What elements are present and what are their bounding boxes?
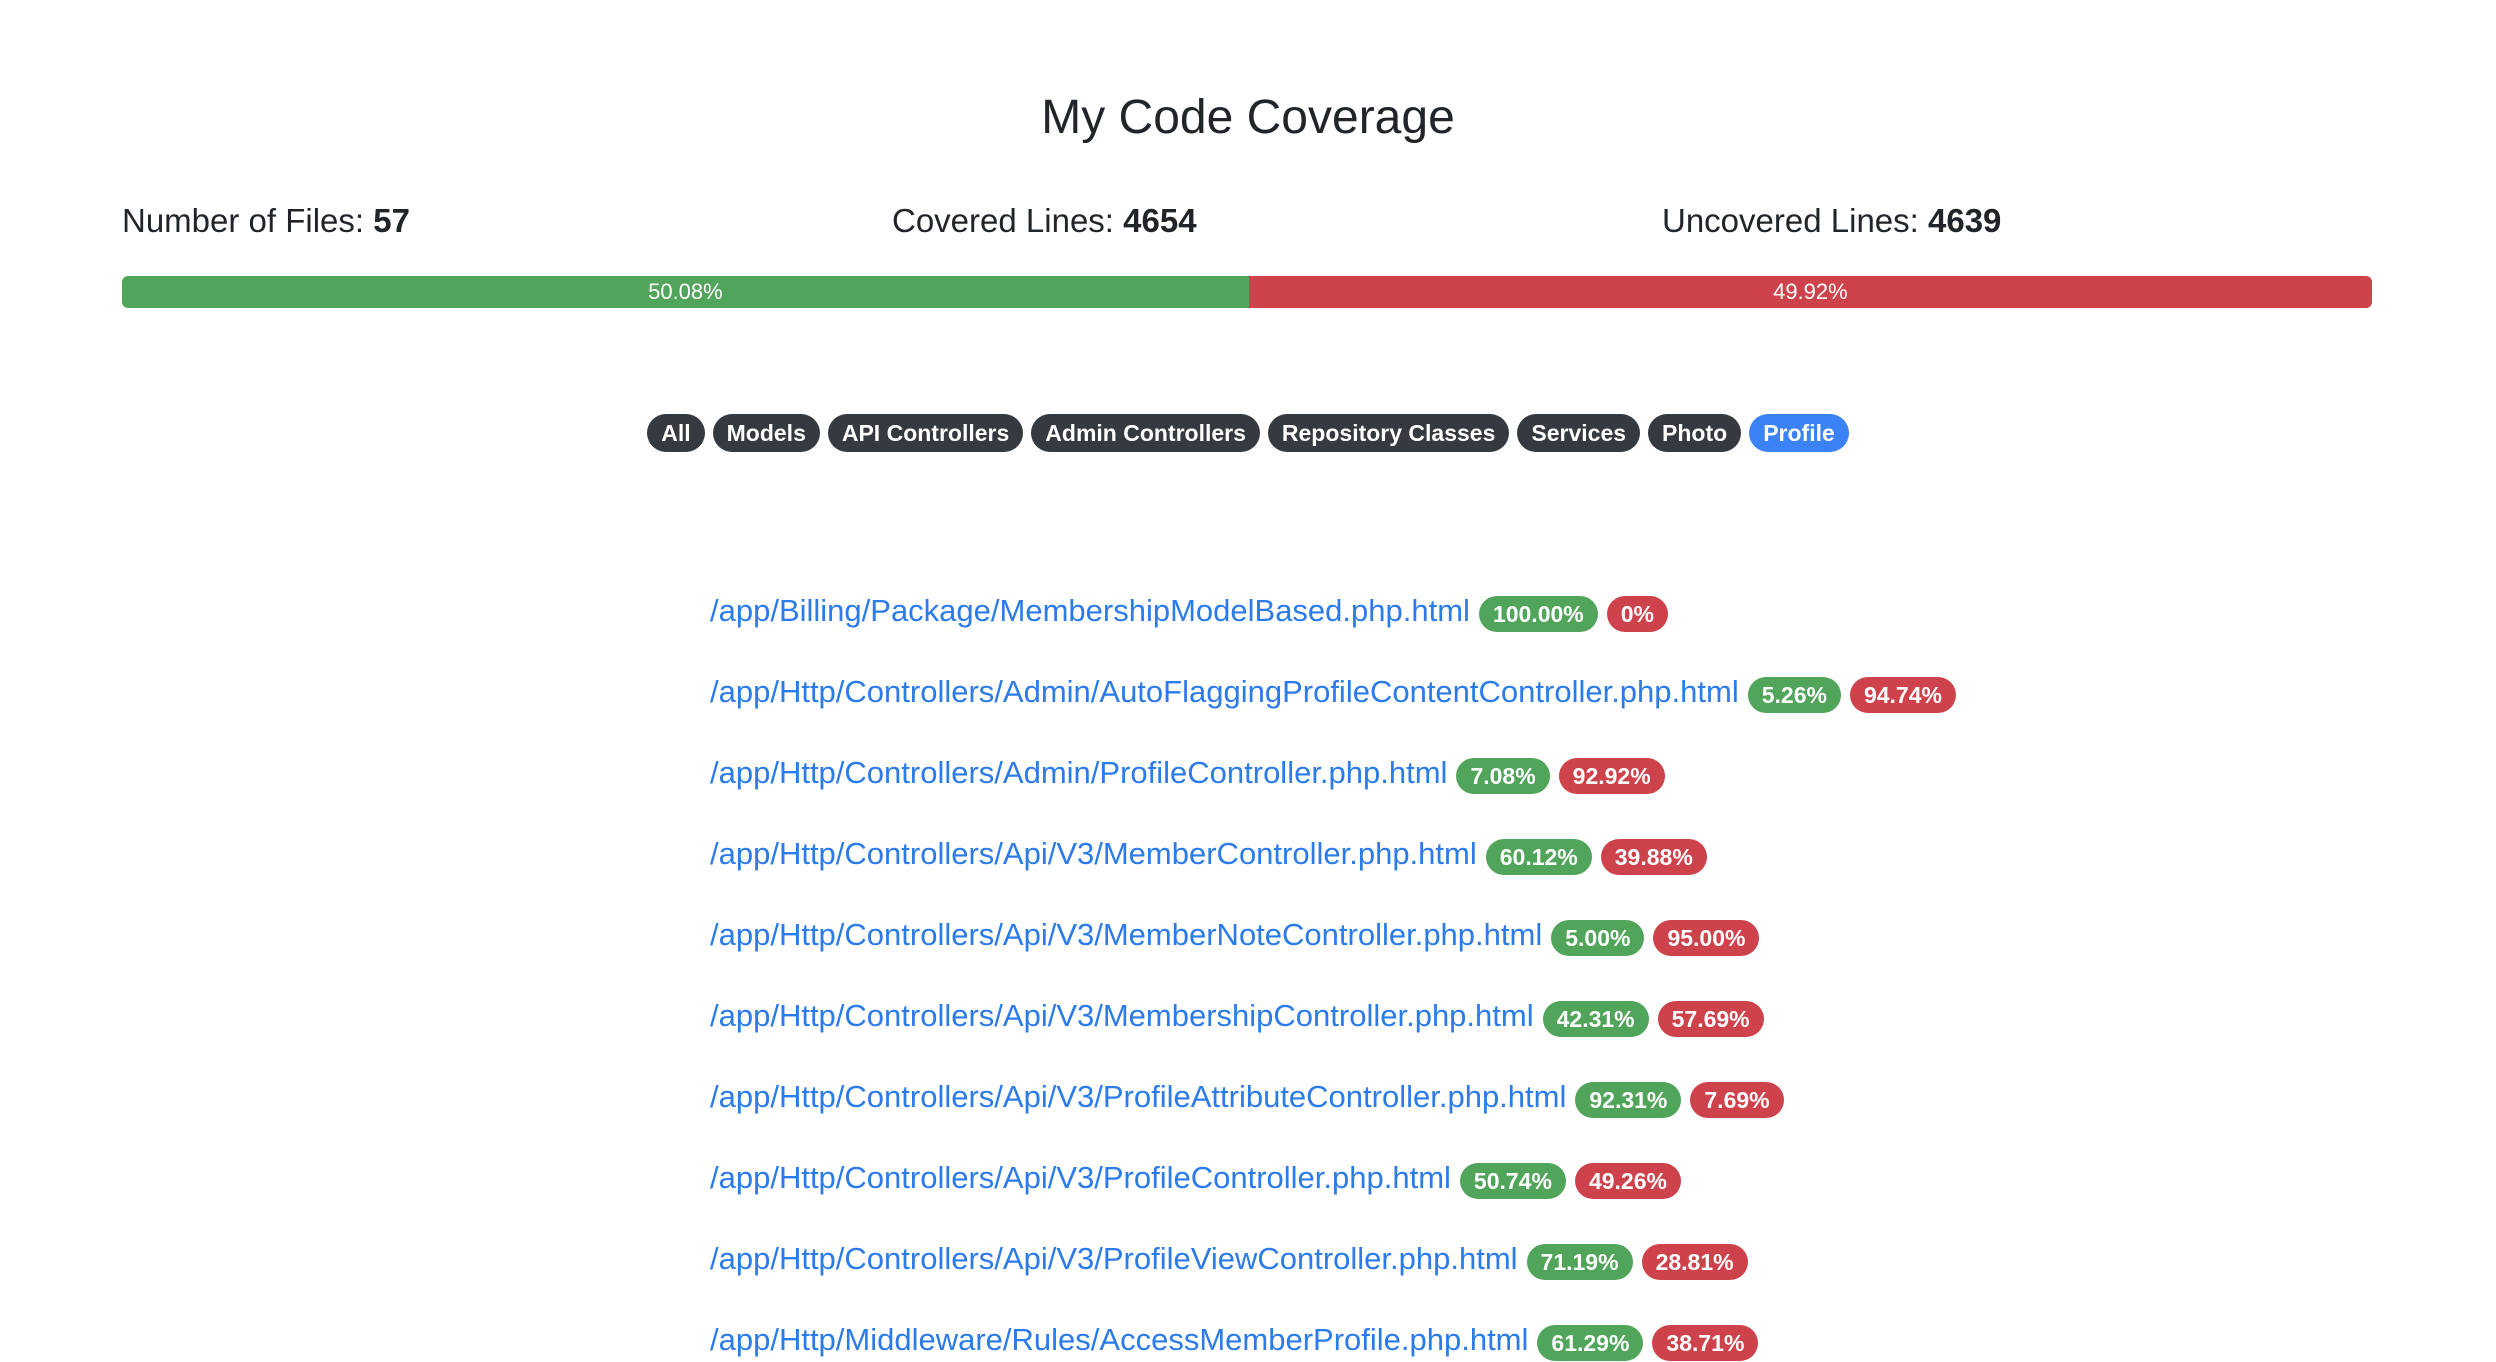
uncovered-badge: 0% [1606, 596, 1668, 632]
file-link[interactable]: /app/Http/Controllers/Api/V3/MembershipC… [710, 991, 1534, 1041]
filter-services[interactable]: Services [1517, 414, 1641, 452]
filter-models[interactable]: Models [712, 414, 820, 452]
uncovered-badge: 94.74% [1849, 677, 1956, 713]
coverage-progress-bar: 50.08% 49.92% [122, 276, 2372, 308]
file-link[interactable]: /app/Http/Controllers/Api/V3/MemberNoteC… [710, 910, 1542, 960]
file-link[interactable]: /app/Http/Controllers/Api/V3/MemberContr… [710, 829, 1477, 879]
file-row: /app/Http/Middleware/Rules/AccessMemberP… [710, 1315, 2410, 1362]
uncovered-badge: 92.92% [1558, 758, 1665, 794]
file-list: /app/Billing/Package/MembershipModelBase… [710, 586, 2410, 1362]
stat-uncovered-value: 4639 [1928, 202, 2002, 239]
stat-uncovered-lines: Uncovered Lines: 4639 [1662, 196, 2001, 246]
file-link[interactable]: /app/Http/Controllers/Api/V3/ProfileAttr… [710, 1072, 1566, 1122]
uncovered-badge: 49.26% [1574, 1163, 1681, 1199]
coverage-page: My Code Coverage Number of Files: 57 Cov… [0, 0, 2496, 1362]
stat-covered-label: Covered Lines: [892, 202, 1114, 239]
covered-badge: 92.31% [1575, 1082, 1682, 1118]
page-title: My Code Coverage [1041, 91, 1455, 144]
stat-files-value: 57 [373, 202, 410, 239]
progress-uncovered-segment: 49.92% [1248, 276, 2372, 308]
stat-number-of-files: Number of Files: 57 [122, 196, 410, 246]
covered-badge: 100.00% [1478, 596, 1598, 632]
file-row: /app/Billing/Package/MembershipModelBase… [710, 586, 2410, 667]
uncovered-badge: 28.81% [1641, 1244, 1748, 1280]
uncovered-badge: 95.00% [1653, 920, 1760, 956]
file-row: /app/Http/Controllers/Api/V3/ProfileView… [710, 1234, 2410, 1315]
covered-badge: 50.74% [1459, 1163, 1566, 1199]
covered-badge: 60.12% [1485, 839, 1592, 875]
stat-covered-value: 4654 [1123, 202, 1197, 239]
uncovered-badge: 57.69% [1657, 1001, 1764, 1037]
filter-all[interactable]: All [647, 414, 705, 452]
covered-badge: 7.08% [1456, 758, 1550, 794]
file-row: /app/Http/Controllers/Api/V3/MembershipC… [710, 991, 2410, 1072]
file-row: /app/Http/Controllers/Admin/ProfileContr… [710, 748, 2410, 829]
stat-files-label: Number of Files: [122, 202, 365, 239]
covered-badge: 5.00% [1551, 920, 1645, 956]
uncovered-badge: 39.88% [1600, 839, 1707, 875]
file-row: /app/Http/Controllers/Admin/AutoFlagging… [710, 667, 2410, 748]
filter-admin-controllers[interactable]: Admin Controllers [1031, 414, 1260, 452]
file-link[interactable]: /app/Http/Middleware/Rules/AccessMemberP… [710, 1315, 1528, 1362]
stat-covered-lines: Covered Lines: 4654 [892, 196, 1197, 246]
filter-photo[interactable]: Photo [1648, 414, 1742, 452]
covered-badge: 42.31% [1542, 1001, 1649, 1037]
file-link[interactable]: /app/Http/Controllers/Admin/ProfileContr… [710, 748, 1447, 798]
file-link[interactable]: /app/Billing/Package/MembershipModelBase… [710, 586, 1470, 636]
covered-badge: 61.29% [1537, 1325, 1644, 1361]
file-link[interactable]: /app/Http/Controllers/Api/V3/ProfileView… [710, 1234, 1518, 1284]
file-row: /app/Http/Controllers/Api/V3/MemberNoteC… [710, 910, 2410, 991]
file-link[interactable]: /app/Http/Controllers/Api/V3/ProfileCont… [710, 1153, 1451, 1203]
file-link[interactable]: /app/Http/Controllers/Admin/AutoFlagging… [710, 667, 1739, 717]
filter-api-controllers[interactable]: API Controllers [827, 414, 1024, 452]
file-row: /app/Http/Controllers/Api/V3/ProfileCont… [710, 1153, 2410, 1234]
covered-badge: 5.26% [1747, 677, 1841, 713]
file-row: /app/Http/Controllers/Api/V3/MemberContr… [710, 829, 2410, 910]
file-row: /app/Http/Controllers/Api/V3/ProfileAttr… [710, 1072, 2410, 1153]
uncovered-badge: 38.71% [1652, 1325, 1759, 1361]
filter-pills: All Models API Controllers Admin Controller… [0, 414, 2496, 452]
stats-bar: Number of Files: 57 Covered Lines: 4654 … [122, 196, 2372, 246]
filter-profile[interactable]: Profile [1749, 414, 1849, 452]
progress-covered-segment: 50.08% [122, 276, 1249, 308]
filter-repository-classes[interactable]: Repository Classes [1267, 414, 1510, 452]
stat-uncovered-label: Uncovered Lines: [1662, 202, 1919, 239]
uncovered-badge: 7.69% [1690, 1082, 1784, 1118]
covered-badge: 71.19% [1526, 1244, 1633, 1280]
